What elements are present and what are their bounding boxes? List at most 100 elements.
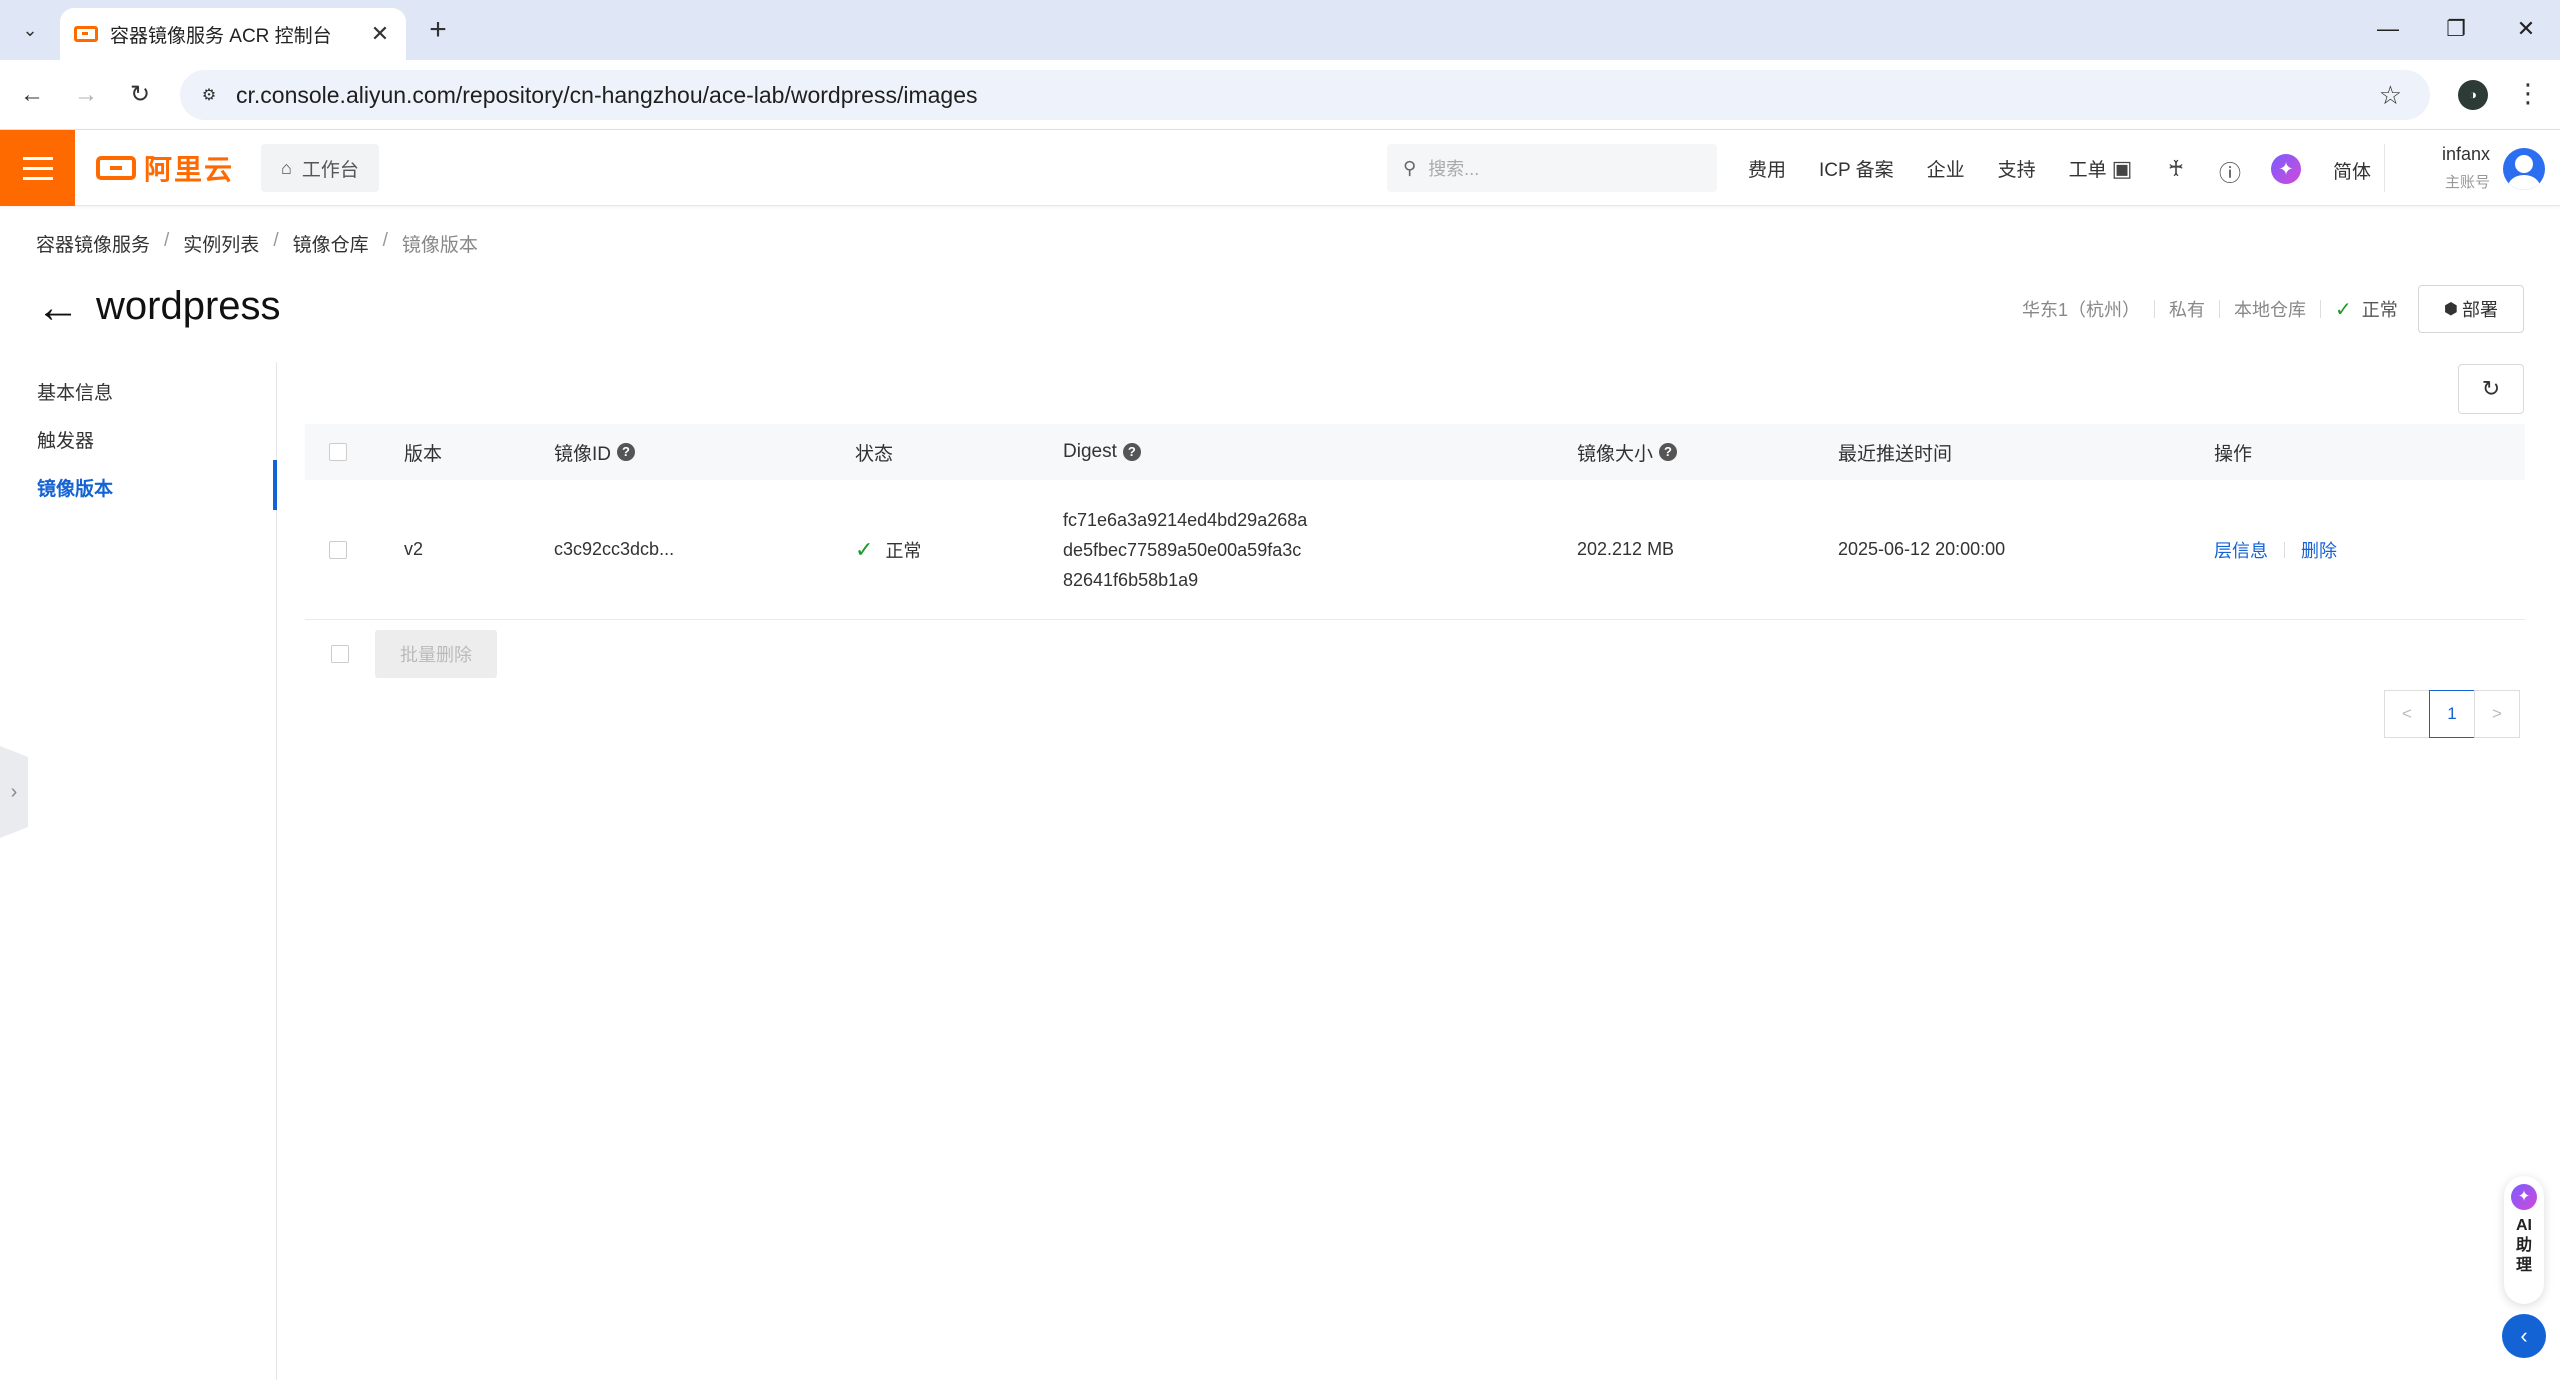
help-question-icon[interactable]: ⓘ <box>2217 156 2243 188</box>
aliyun-logo[interactable]: 阿里云 <box>96 150 234 186</box>
next-page-button[interactable]: > <box>2474 690 2520 738</box>
prev-page-button[interactable]: < <box>2384 690 2430 738</box>
action-divider <box>2284 541 2285 558</box>
forward-nav-icon[interactable]: → <box>68 77 104 113</box>
table-row: v2 c3c92cc3dcb... ✓ 正常 fc71e6a3a9214ed4bd… <box>305 480 2525 620</box>
bookmark-star-icon[interactable]: ☆ <box>2379 80 2402 111</box>
nav-link-billing[interactable]: 费用 <box>1748 155 1786 182</box>
deploy-label: 部署 <box>2461 300 2498 320</box>
breadcrumb: 容器镜像服务 / 实例列表 / 镜像仓库 / 镜像版本 <box>36 230 478 257</box>
deploy-button[interactable]: ⬢ 部署 <box>2418 285 2524 333</box>
ai-helper-label: AI助理 <box>2515 1217 2532 1274</box>
status-check-icon: ✓ <box>2335 298 2352 321</box>
close-tab-icon[interactable]: ✕ <box>368 21 392 47</box>
expand-panel-chevron-icon[interactable]: › <box>0 746 28 838</box>
sidebar-item-basic-info[interactable]: 基本信息 <box>37 378 113 405</box>
nav-link-enterprise[interactable]: 企业 <box>1927 155 1965 182</box>
aliyun-logo-mark-icon <box>96 156 136 180</box>
select-all-checkbox[interactable] <box>329 443 347 461</box>
row-status-check-icon: ✓ <box>855 536 874 562</box>
refresh-button[interactable]: ↻ <box>2458 364 2524 414</box>
address-bar[interactable]: ⚙ cr.console.aliyun.com/repository/cn-ha… <box>180 70 2430 120</box>
tab-list-chevron-icon[interactable]: ⌄ <box>14 14 46 46</box>
repo-status: 正常 <box>2361 300 2398 320</box>
row-checkbox[interactable] <box>329 540 347 559</box>
meta-divider <box>2320 300 2322 318</box>
batch-select-checkbox[interactable] <box>331 645 349 663</box>
image-versions-table: 版本 镜像ID? 状态 Digest? 镜像大小? 最近推送时间 操作 v2 c… <box>305 424 2525 620</box>
breadcrumb-item-current: 镜像版本 <box>401 235 478 256</box>
user-avatar[interactable] <box>2503 148 2545 190</box>
nav-link-support[interactable]: 支持 <box>1998 155 2036 182</box>
new-tab-plus-icon[interactable]: + <box>420 12 456 48</box>
hamburger-menu-icon[interactable] <box>0 130 75 206</box>
repo-region: 华东1（杭州） <box>2022 300 2141 320</box>
row-digest-line: de5fbec77589a50e00a59fa3c <box>1063 539 1302 560</box>
cloud-shell-terminal-icon[interactable]: ▣ <box>2109 156 2135 182</box>
image-id-help-icon[interactable]: ? <box>617 443 636 461</box>
close-window-icon[interactable]: ✕ <box>2496 8 2556 50</box>
home-icon: ⌂ <box>281 157 292 178</box>
row-digest-line: 82641f6b58b1a9 <box>1063 569 1199 590</box>
batch-delete-button[interactable]: 批量删除 <box>375 630 497 678</box>
delete-link[interactable]: 删除 <box>2301 537 2337 563</box>
workbench-button[interactable]: ⌂ 工作台 <box>261 144 379 192</box>
ai-assistant-orb-icon[interactable]: ✦ <box>2271 154 2301 184</box>
page-title: wordpress <box>96 284 281 328</box>
browser-menu-kebab-icon[interactable]: ⋮ <box>2515 78 2541 109</box>
breadcrumb-item-acr[interactable]: 容器镜像服务 <box>36 230 150 257</box>
row-pushed-at: 2025-06-12 20:00:00 <box>1838 539 2006 559</box>
header-status: 状态 <box>855 443 894 465</box>
url-text[interactable]: cr.console.aliyun.com/repository/cn-hang… <box>236 82 977 109</box>
browser-profile-avatar[interactable]: ◑ <box>2458 80 2488 110</box>
ai-helper-orb-icon: ✦ <box>2511 1184 2537 1210</box>
user-role: 主账号 <box>2444 174 2490 191</box>
header-actions: 操作 <box>2214 443 2253 465</box>
ai-helper-floating-button[interactable]: ✦ AI助理 <box>2504 1176 2544 1304</box>
notification-bell-icon[interactable]: ♰ <box>2163 156 2189 182</box>
header-pushed-at: 最近推送时间 <box>1838 443 1953 465</box>
nav-link-ticket[interactable]: 工单 <box>2069 155 2107 182</box>
workbench-label: 工作台 <box>301 159 359 181</box>
sidebar-item-triggers[interactable]: 触发器 <box>37 426 94 453</box>
reload-icon[interactable]: ↻ <box>122 77 158 113</box>
digest-help-icon[interactable]: ? <box>1122 443 1141 461</box>
page-number-button[interactable]: 1 <box>2429 690 2475 738</box>
restore-window-icon[interactable]: ❐ <box>2426 8 2486 50</box>
row-digest: fc71e6a3a9214ed4bd29a268a de5fbec77589a5… <box>1063 480 1307 619</box>
layer-info-link[interactable]: 层信息 <box>2214 537 2268 563</box>
breadcrumb-item-repositories[interactable]: 镜像仓库 <box>293 230 369 257</box>
sidebar-active-indicator <box>273 460 277 510</box>
breadcrumb-separator: / <box>382 230 388 251</box>
global-search-input[interactable]: ⚲ 搜索... <box>1387 144 1717 192</box>
tab-title: 容器镜像服务 ACR 控制台 <box>110 25 332 47</box>
back-nav-icon[interactable]: ← <box>14 77 50 113</box>
minimize-window-icon[interactable]: — <box>2358 8 2418 50</box>
sidebar-item-image-versions[interactable]: 镜像版本 <box>37 474 113 501</box>
header-size: 镜像大小 <box>1577 443 1654 465</box>
deploy-hexagon-icon: ⬢ <box>2444 301 2458 318</box>
search-icon: ⚲ <box>1403 157 1417 178</box>
user-info[interactable]: infanx 主账号 <box>2440 144 2490 192</box>
aliyun-favicon-icon <box>74 26 98 42</box>
row-size: 202.212 MB <box>1577 539 1675 559</box>
browser-tab-active[interactable]: 容器镜像服务 ACR 控制台 ✕ <box>60 8 406 60</box>
repo-visibility: 私有 <box>2169 300 2206 320</box>
language-switch[interactable]: 简体 <box>2333 157 2371 184</box>
row-status: 正常 <box>885 540 922 561</box>
meta-divider <box>2154 300 2156 318</box>
user-name: infanx <box>2441 144 2490 164</box>
nav-link-icp[interactable]: ICP 备案 <box>1819 155 1894 182</box>
header-version: 版本 <box>404 443 443 465</box>
logo-text: 阿里云 <box>144 154 235 185</box>
repo-type: 本地仓库 <box>2234 300 2307 320</box>
header-image-id: 镜像ID <box>554 443 612 465</box>
collapse-chevron-icon[interactable]: ‹ <box>2502 1314 2546 1358</box>
pagination: < 1 > <box>2384 690 2520 738</box>
search-placeholder: 搜索... <box>1428 159 1480 179</box>
back-arrow-icon[interactable]: ← <box>36 286 80 330</box>
row-digest-line: fc71e6a3a9214ed4bd29a268a <box>1063 509 1308 530</box>
breadcrumb-item-instances[interactable]: 实例列表 <box>183 230 259 257</box>
size-help-icon[interactable]: ? <box>1659 443 1678 461</box>
site-settings-icon[interactable]: ⚙ <box>198 84 220 106</box>
